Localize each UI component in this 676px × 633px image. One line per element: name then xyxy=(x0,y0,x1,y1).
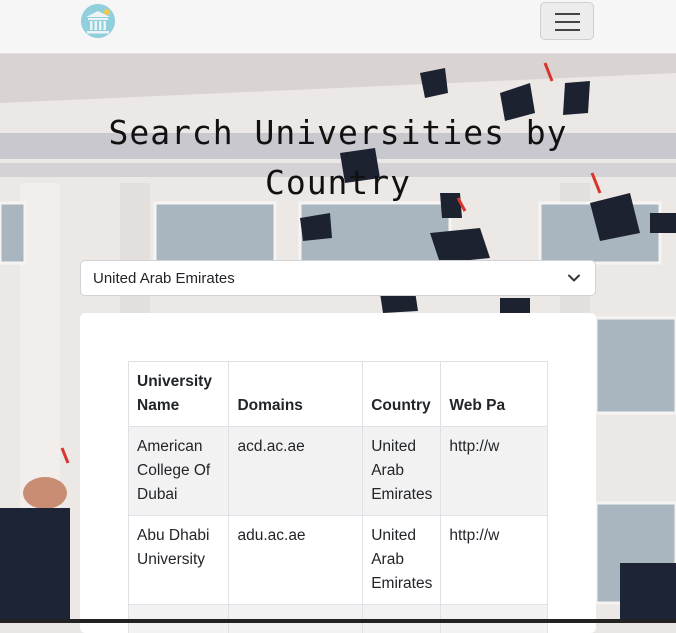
results-table-container[interactable]: University Name Domains Country Web Pa A… xyxy=(128,361,548,633)
universities-table: University Name Domains Country Web Pa A… xyxy=(128,361,548,633)
bottom-edge xyxy=(0,619,676,623)
cell-web-page-link[interactable]: http://w xyxy=(441,516,548,605)
cell-country: United Arab Emirates xyxy=(363,516,441,605)
chevron-down-icon xyxy=(567,271,581,285)
column-header-domains: Domains xyxy=(229,362,363,427)
table-header-row: University Name Domains Country Web Pa xyxy=(129,362,548,427)
cell-university-name: Abu Dhabi University xyxy=(129,516,229,605)
column-header-university-name: University Name xyxy=(129,362,229,427)
navbar-toggle-button[interactable] xyxy=(540,2,594,40)
table-row: Abu Dhabi University adu.ac.ae United Ar… xyxy=(129,516,548,605)
navbar xyxy=(0,0,676,54)
country-select[interactable]: United Arab Emirates xyxy=(80,260,596,296)
hamburger-icon xyxy=(555,13,580,15)
cell-university-name: American College Of Dubai xyxy=(129,427,229,516)
column-header-country: Country xyxy=(363,362,441,427)
results-card: University Name Domains Country Web Pa A… xyxy=(80,313,596,633)
cell-web-page-link[interactable]: http://w xyxy=(441,427,548,516)
table-row: American College Of Dubai acd.ac.ae Unit… xyxy=(129,427,548,516)
cell-domain: adu.ac.ae xyxy=(229,516,363,605)
page-title: Search Universities by Country xyxy=(60,108,616,208)
column-header-web-pages: Web Pa xyxy=(441,362,548,427)
cell-country: United Arab Emirates xyxy=(363,427,441,516)
university-logo-icon[interactable] xyxy=(81,4,115,38)
country-select-value: United Arab Emirates xyxy=(93,270,235,287)
cell-domain: acd.ac.ae xyxy=(229,427,363,516)
